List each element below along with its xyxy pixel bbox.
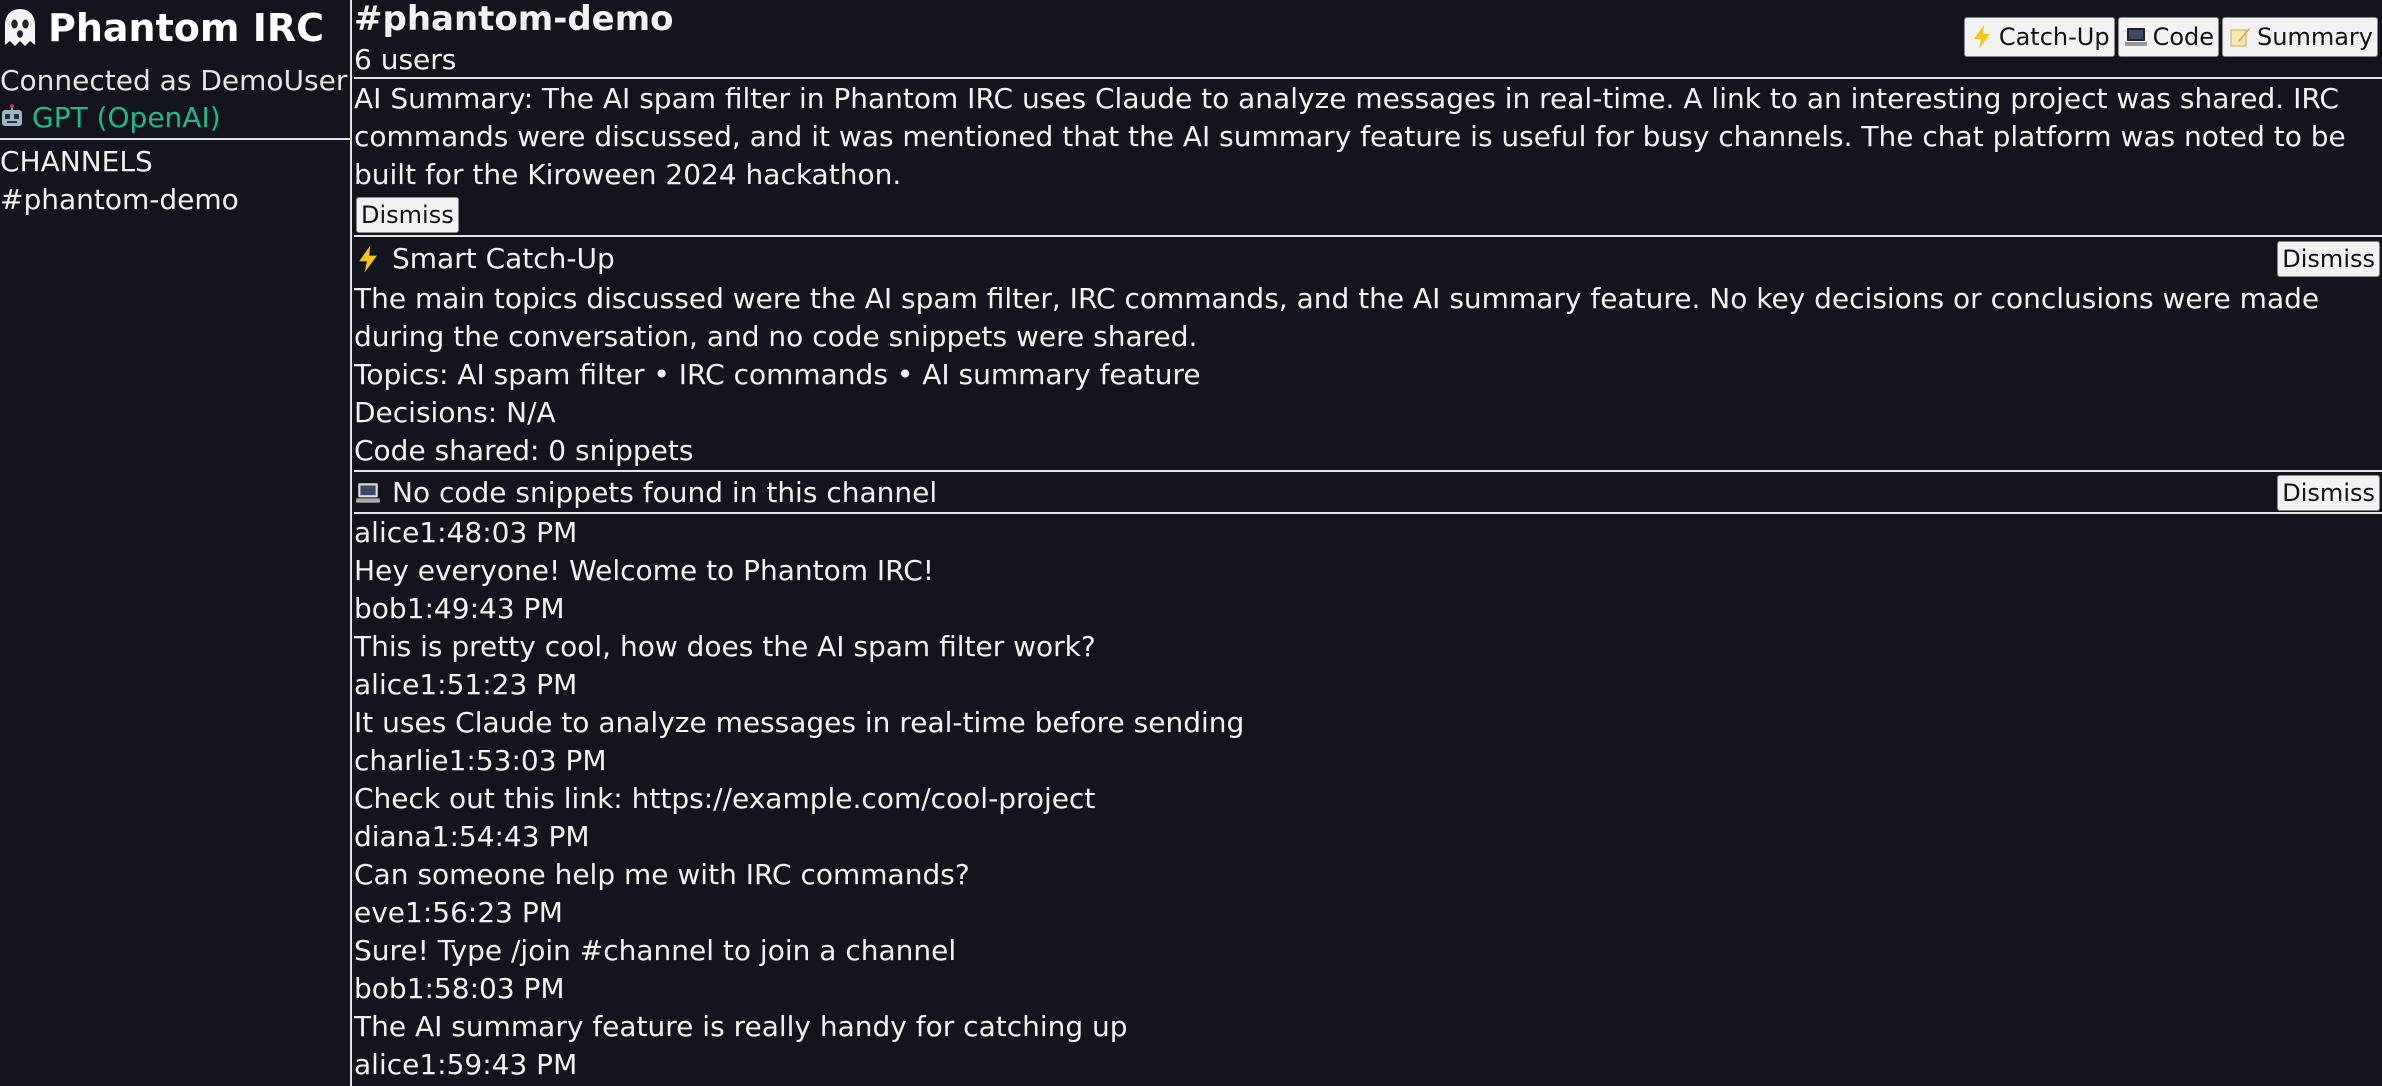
catch-up-code-shared: Code shared: 0 snippets xyxy=(354,434,694,467)
catch-up-button-label: Catch-Up xyxy=(1998,23,2110,51)
summary-divider xyxy=(354,235,2382,237)
message-username[interactable]: alice xyxy=(354,668,419,701)
message-timestamp: 1:54:43 PM xyxy=(431,820,590,853)
message-meta: bob1:49:43 PM xyxy=(354,590,2382,628)
message-text: It uses Claude to analyze messages in re… xyxy=(354,706,1245,739)
main-pane: #phantom-demo 6 users Catch-Up Code Summ… xyxy=(354,0,2382,1086)
message-text: Hey everyone! Welcome to Phantom IRC! xyxy=(354,554,934,587)
message-item: alice1:48:03 PM Hey everyone! Welcome to … xyxy=(354,514,2382,590)
message-username[interactable]: alice xyxy=(354,516,419,549)
ai-summary-text: AI Summary: The AI spam filter in Phanto… xyxy=(354,82,2346,191)
summary-button[interactable]: Summary xyxy=(2222,17,2378,57)
message-text: Can someone help me with IRC commands? xyxy=(354,858,970,891)
robot-icon xyxy=(0,104,26,132)
code-button-label: Code xyxy=(2152,23,2215,51)
message-timestamp: 1:58:03 PM xyxy=(406,972,565,1005)
message-username[interactable]: bob xyxy=(354,972,407,1005)
message-username[interactable]: diana xyxy=(354,820,432,853)
lightning-icon xyxy=(354,244,382,274)
message-text: Sure! Type /join #channel to join a chan… xyxy=(354,934,957,967)
message-item: bob1:58:03 PM The AI summary feature is r… xyxy=(354,970,2382,1046)
model-label: GPT (OpenAI) xyxy=(32,101,221,134)
catch-up-title: Smart Catch-Up xyxy=(392,242,615,275)
connection-status: Connected as DemoUser xyxy=(0,64,348,97)
message-username[interactable]: alice xyxy=(354,1048,419,1081)
message-username[interactable]: eve xyxy=(354,896,405,929)
message-text: This is pretty cool, how does the AI spa… xyxy=(354,630,1096,663)
ai-summary-dismiss-button[interactable]: Dismiss xyxy=(356,197,459,233)
message-timestamp: 1:59:43 PM xyxy=(419,1048,578,1081)
message-timestamp: 1:48:03 PM xyxy=(419,516,578,549)
laptop-icon xyxy=(2123,24,2149,50)
message-meta: alice1:48:03 PM xyxy=(354,514,2382,552)
app-title-text: Phantom IRC xyxy=(48,6,324,50)
catch-up-topics: Topics: AI spam filter • IRC commands • … xyxy=(354,358,1201,391)
message-timestamp: 1:49:43 PM xyxy=(406,592,565,625)
message-meta: charlie1:53:03 PM xyxy=(354,742,2382,780)
message-username[interactable]: bob xyxy=(354,592,407,625)
message-item: alice1:51:23 PM It uses Claude to analyze… xyxy=(354,666,2382,742)
laptop-icon xyxy=(354,478,382,508)
message-list: alice1:48:03 PM Hey everyone! Welcome to … xyxy=(354,514,2382,1086)
message-timestamp: 1:56:23 PM xyxy=(405,896,563,929)
code-panel-dismiss-button[interactable]: Dismiss xyxy=(2277,475,2380,511)
user-count[interactable]: 6 users xyxy=(354,41,456,79)
message-meta: alice1:59:43 PM xyxy=(354,1046,2382,1084)
catch-up-divider xyxy=(354,470,2382,472)
memo-icon xyxy=(2227,24,2253,50)
message-item: bob1:49:43 PM This is pretty cool, how do… xyxy=(354,590,2382,666)
catch-up-body: The main topics discussed were the AI sp… xyxy=(354,282,2320,353)
channels-heading: CHANNELS xyxy=(0,145,153,178)
lightning-icon xyxy=(1969,24,1995,50)
catch-up-heading: Smart Catch-Up xyxy=(354,240,615,278)
message-item: charlie1:53:03 PM Check out this link: ht… xyxy=(354,742,2382,818)
code-button[interactable]: Code xyxy=(2117,17,2220,57)
message-item: alice1:59:43 PM xyxy=(354,1046,2382,1086)
sidebar-divider xyxy=(0,138,350,140)
message-meta: diana1:54:43 PM xyxy=(354,818,2382,856)
message-text: The AI summary feature is really handy f… xyxy=(354,1010,1128,1043)
message-item: eve1:56:23 PM Sure! Type /join #channel t… xyxy=(354,894,2382,970)
message-text: Check out this link: https://example.com… xyxy=(354,782,1096,815)
message-meta: bob1:58:03 PM xyxy=(354,970,2382,1008)
summary-button-label: Summary xyxy=(2257,23,2373,51)
catch-up-decisions: Decisions: N/A xyxy=(354,396,556,429)
header-divider xyxy=(354,77,2382,79)
message-timestamp: 1:51:23 PM xyxy=(419,668,578,701)
channel-title: #phantom-demo xyxy=(354,0,674,39)
message-meta: alice1:51:23 PM xyxy=(354,666,2382,704)
toolbar: Catch-Up Code Summary xyxy=(1963,17,2378,57)
message-username[interactable]: charlie xyxy=(354,744,449,777)
channel-item-phantom-demo[interactable]: #phantom-demo xyxy=(0,181,239,219)
code-panel-heading: No code snippets found in this channel xyxy=(354,474,937,512)
app-title: Phantom IRC xyxy=(0,0,350,56)
catch-up-dismiss-button[interactable]: Dismiss xyxy=(2277,241,2380,277)
model-indicator[interactable]: GPT (OpenAI) xyxy=(0,99,221,137)
code-panel-title: No code snippets found in this channel xyxy=(392,476,938,509)
sidebar: Phantom IRC Connected as DemoUser GPT (O… xyxy=(0,0,352,1086)
message-meta: eve1:56:23 PM xyxy=(354,894,2382,932)
catch-up-button[interactable]: Catch-Up xyxy=(1963,17,2115,57)
ghost-icon xyxy=(0,4,40,52)
message-timestamp: 1:53:03 PM xyxy=(448,744,607,777)
message-item: diana1:54:43 PM Can someone help me with … xyxy=(354,818,2382,894)
